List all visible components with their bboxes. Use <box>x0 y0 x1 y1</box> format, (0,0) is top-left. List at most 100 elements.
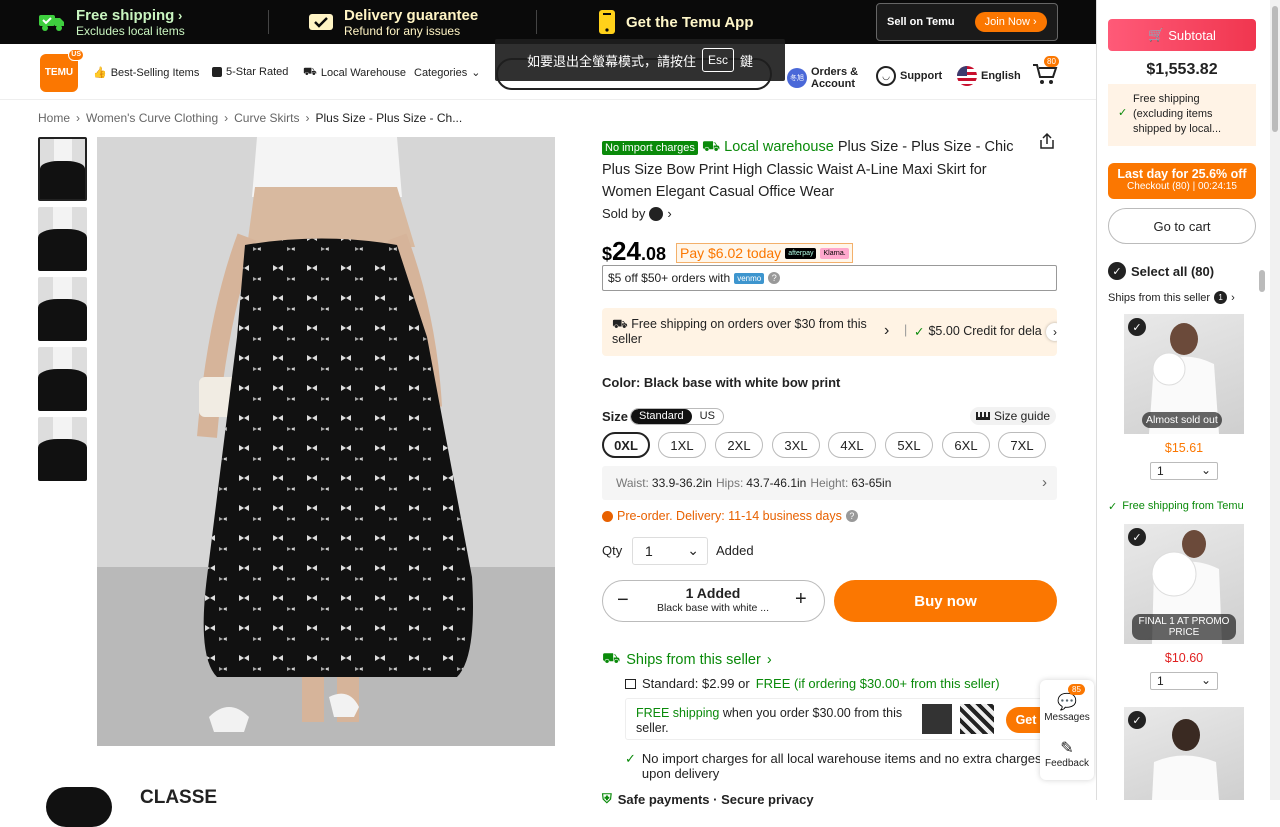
no-import-badge: No import charges <box>602 141 698 155</box>
item-checkbox[interactable]: ✓ <box>1128 528 1146 546</box>
item-badge: FINAL 1 AT PROMO PRICE <box>1132 614 1236 640</box>
cart-ships-from-seller[interactable]: Ships from this seller 1 › <box>1108 291 1235 304</box>
item-qty-select[interactable]: 1 ⌄ <box>1150 462 1218 480</box>
no-import-text: No import charges for all local warehous… <box>641 751 1042 766</box>
join-now-button[interactable]: Join Now › <box>974 12 1047 32</box>
edit-icon: ✎ <box>1060 740 1074 757</box>
calendar-icon <box>625 678 636 689</box>
safe-pay-label: Safe payments · Secure privacy <box>617 791 814 807</box>
pay-today-badge[interactable]: Pay $6.02 today afterpay Klarna. <box>676 243 853 263</box>
ships-from-seller[interactable]: ⛟ Ships from this seller › <box>602 651 772 669</box>
free-shipping-sub: Excludes local items <box>76 23 185 38</box>
last-day-checkout-button[interactable]: Last day for 25.6% off Checkout (80) | 0… <box>1108 163 1256 199</box>
nav-categories[interactable]: Categories ⌄ <box>414 66 481 80</box>
venmo-offer-text: $5 off $50+ orders with <box>608 271 731 285</box>
color-label-text: Color: <box>602 375 641 390</box>
free-shipping-upsell[interactable]: FREE shipping when you order $30.00 from… <box>625 698 1055 740</box>
chevron-down-icon: ⌄ <box>471 67 481 79</box>
quantity-select[interactable]: 1 ⌄ <box>632 537 708 565</box>
waist-label: Waist: <box>616 476 649 490</box>
venmo-offer[interactable]: $5 off $50+ orders with venmo ? <box>602 265 1057 291</box>
share-icon[interactable] <box>1038 132 1056 153</box>
nav-five-star[interactable]: 5-Star Rated <box>212 66 288 78</box>
size-measurements[interactable]: Waist: 33.9-36.2in Hips: 43.7-46.1in Heigh… <box>602 466 1057 500</box>
help-icon[interactable]: ? <box>768 272 781 284</box>
nav-label: Best-Selling Items <box>110 66 200 79</box>
minus-button[interactable]: − <box>617 589 629 612</box>
delivery-guarantee-promo[interactable]: Delivery guarantee Refund for any issues <box>308 4 478 40</box>
nav-local-warehouse[interactable]: ⛟ Local Warehouse <box>303 66 406 80</box>
language-button[interactable]: English <box>957 66 1021 86</box>
size-option[interactable]: 6XL <box>942 432 990 458</box>
product-thumbnail[interactable] <box>38 207 87 271</box>
feedback-button[interactable]: ✎ Feedback <box>1040 738 1094 769</box>
upsell-product-image[interactable] <box>922 704 952 734</box>
chevron-right-icon: › <box>766 652 772 668</box>
size-option[interactable]: 3XL <box>772 432 820 458</box>
sold-by-label: Sold by <box>602 206 646 221</box>
subtotal-label: Subtotal <box>1168 27 1216 43</box>
get-app-promo[interactable]: Get the Temu App <box>598 4 754 40</box>
breadcrumb-home[interactable]: Home <box>38 111 70 125</box>
chevron-right-icon: › <box>884 322 890 339</box>
messages-button[interactable]: 💬 Messages 85 <box>1040 684 1094 723</box>
product-thumbnail[interactable] <box>38 347 87 411</box>
select-all-checkbox[interactable]: ✓ Select all (80) <box>1108 262 1214 280</box>
plus-button[interactable]: + <box>795 588 807 611</box>
go-to-cart-button[interactable]: Go to cart <box>1108 208 1256 244</box>
product-thumbnail[interactable] <box>38 137 87 201</box>
temu-logo[interactable]: TEMU US <box>40 49 84 92</box>
cart-scrollbar-thumb[interactable] <box>1272 6 1278 132</box>
free-shipping-promo[interactable]: Free shipping › Excludes local items <box>38 4 185 40</box>
size-system-toggle[interactable]: Standard US <box>630 408 724 425</box>
standard-shipping: Standard: $2.99 or FREE (if ordering $30.… <box>625 676 1000 691</box>
product-main-image[interactable] <box>97 137 555 746</box>
size-label: Size <box>602 409 629 424</box>
size-option[interactable]: 5XL <box>885 432 933 458</box>
breadcrumb-curve-skirts[interactable]: Curve Skirts <box>234 111 299 125</box>
logo-badge: US <box>68 49 84 61</box>
product-price: $24.08 <box>602 236 666 267</box>
orders-account-button[interactable]: 冬旭 Orders & Account <box>787 66 858 90</box>
ruler-icon <box>976 412 990 420</box>
size-option[interactable]: 7XL <box>998 432 1046 458</box>
tooltip-text-end: 鍵 <box>740 53 754 69</box>
store-avatar[interactable] <box>46 787 112 827</box>
item-checkbox[interactable]: ✓ <box>1128 711 1146 729</box>
product-thumbnail[interactable] <box>38 277 87 341</box>
height-value: 63-65in <box>851 476 892 490</box>
shield-icon: ⛨ <box>602 791 612 806</box>
size-option[interactable]: 1XL <box>658 432 706 458</box>
avatar: 冬旭 <box>787 68 807 88</box>
shipping-credit-banner[interactable]: ⛟ Free shipping on orders over $30 from … <box>602 308 1057 356</box>
item-checkbox[interactable]: ✓ <box>1128 318 1146 336</box>
sold-by[interactable]: Sold by › <box>602 206 672 221</box>
safe-payments[interactable]: ⛨ Safe payments · Secure privacy <box>602 791 814 807</box>
help-icon[interactable]: ? <box>845 510 858 522</box>
size-guide-button[interactable]: Size guide <box>970 407 1057 425</box>
sell-on-temu-banner[interactable]: Sell on Temu Join Now › <box>876 3 1058 41</box>
upsell-product-image[interactable] <box>960 704 994 734</box>
nav-best-selling[interactable]: 👍 Best-Selling Items <box>93 66 200 80</box>
free-ship-text-3: shipped by local... <box>1133 123 1222 135</box>
breadcrumb-curve-clothing[interactable]: Women's Curve Clothing <box>86 111 218 125</box>
chevron-right-icon: › <box>177 7 183 23</box>
checked-icon: ✓ <box>1108 262 1126 280</box>
breadcrumb: Home › Women's Curve Clothing › Curve Skir… <box>38 111 463 125</box>
carousel-next-button[interactable]: › <box>1046 323 1057 341</box>
cart-button[interactable]: 80 <box>1032 56 1059 86</box>
size-option[interactable]: 2XL <box>715 432 763 458</box>
size-us-option[interactable]: US <box>692 409 723 424</box>
page-scrollbar-thumb[interactable] <box>1259 270 1265 292</box>
size-standard-option[interactable]: Standard <box>631 409 692 424</box>
size-option[interactable]: 4XL <box>828 432 876 458</box>
item-qty-select[interactable]: 1 ⌄ <box>1150 672 1218 690</box>
buy-now-button[interactable]: Buy now <box>834 580 1057 622</box>
store-name[interactable]: CLASSE <box>140 787 217 809</box>
check-icon: ✓ <box>1118 107 1128 119</box>
ship-banner-text-2: seller <box>612 332 642 346</box>
size-option[interactable]: 0XL <box>602 432 650 458</box>
no-import-notice: ✓ No import charges for all local wareho… <box>625 751 1042 781</box>
support-button[interactable]: ◡ Support <box>876 66 942 86</box>
product-thumbnail[interactable] <box>38 417 87 481</box>
